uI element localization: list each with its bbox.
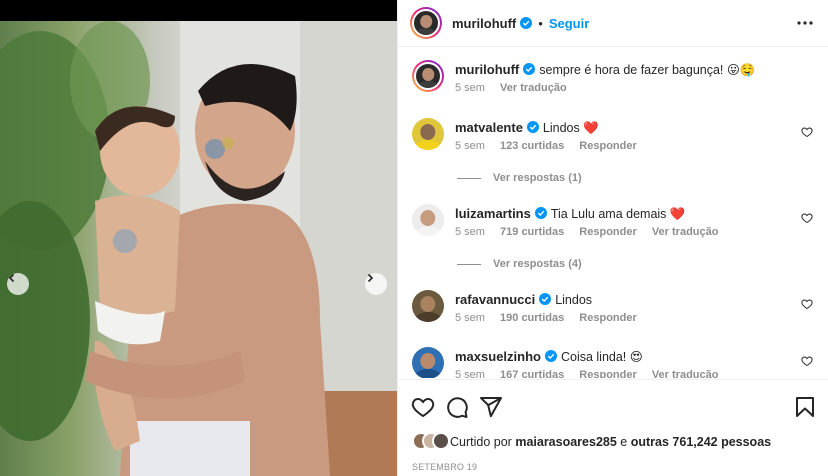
share-icon[interactable] xyxy=(479,395,503,419)
likes-prefix: Curtido por xyxy=(450,435,512,449)
author-avatar[interactable] xyxy=(410,7,442,39)
comment-translate-link[interactable]: Ver tradução xyxy=(652,226,719,238)
commenter-avatar[interactable] xyxy=(412,118,444,150)
commenter-avatar[interactable] xyxy=(412,347,444,378)
caption-text: sempre é hora de fazer bagunça! 😛🤤 xyxy=(539,63,756,77)
view-replies-button[interactable]: Ver respostas (4) xyxy=(457,258,582,270)
comment-likes-count[interactable]: 190 curtidas xyxy=(500,312,564,324)
reply-button[interactable]: Responder xyxy=(579,369,636,378)
commenter-avatar[interactable] xyxy=(412,204,444,236)
liker-avatar xyxy=(432,432,450,450)
commenter-username[interactable]: matvalente xyxy=(455,120,523,135)
comment-text: Coisa linda! 😍 xyxy=(560,350,643,364)
more-options-icon[interactable] xyxy=(795,15,815,31)
view-replies-label: Ver respostas (4) xyxy=(493,258,582,270)
next-image-button[interactable] xyxy=(365,273,387,295)
commenter-avatar[interactable] xyxy=(412,290,444,322)
comment-likes-count[interactable]: 167 curtidas xyxy=(500,369,564,378)
verified-badge-icon xyxy=(520,17,533,29)
reply-button[interactable]: Responder xyxy=(579,312,636,324)
commenter-username[interactable]: rafavannucci xyxy=(455,292,535,307)
comment-time[interactable]: 5 sem xyxy=(455,369,485,378)
post-photo xyxy=(0,21,397,476)
caption-time[interactable]: 5 sem xyxy=(455,82,485,94)
replies-divider xyxy=(457,263,481,265)
comment-like-heart-icon[interactable] xyxy=(801,212,813,224)
comment-time[interactable]: 5 sem xyxy=(455,140,485,152)
chevron-right-icon xyxy=(367,273,374,283)
caption-translate-link[interactable]: Ver tradução xyxy=(500,82,567,94)
comment-text: Tia Lulu ama demais ❤️ xyxy=(550,207,686,221)
reply-button[interactable]: Responder xyxy=(579,226,636,238)
previous-image-button[interactable] xyxy=(7,273,29,295)
verified-badge-icon xyxy=(523,63,536,75)
post-date[interactable]: SETEMBRO 19 xyxy=(412,462,477,472)
reply-button[interactable]: Responder xyxy=(579,140,636,152)
comment-like-heart-icon[interactable] xyxy=(801,298,813,310)
follow-button[interactable]: Seguir xyxy=(549,16,589,31)
comment-likes-count[interactable]: 123 curtidas xyxy=(500,140,564,152)
comment-like-heart-icon[interactable] xyxy=(801,355,813,367)
header-separator: • xyxy=(538,15,543,31)
bookmark-icon[interactable] xyxy=(793,395,817,419)
verified-badge-icon xyxy=(534,207,547,219)
comment-time[interactable]: 5 sem xyxy=(455,226,485,238)
likes-summary: Curtido por maiarasoares285 e outras 761… xyxy=(412,432,771,452)
replies-divider xyxy=(457,177,481,179)
post-header: murilohuff • Seguir xyxy=(398,0,828,47)
commenter-username[interactable]: luizamartins xyxy=(455,206,531,221)
view-replies-label: Ver respostas (1) xyxy=(493,172,582,184)
chevron-left-icon xyxy=(8,273,15,283)
comment-icon[interactable] xyxy=(445,395,469,419)
verified-badge-icon xyxy=(539,293,552,305)
post-panel: murilohuff • Seguir murilohuff sempre é h… xyxy=(397,0,828,476)
author-avatar[interactable] xyxy=(412,60,444,92)
liker-username[interactable]: maiarasoares285 xyxy=(515,435,616,449)
commenter-username[interactable]: maxsuelzinho xyxy=(455,349,541,364)
comment-like-heart-icon[interactable] xyxy=(801,126,813,138)
author-username[interactable]: murilohuff xyxy=(452,16,516,31)
comments-list: murilohuff sempre é hora de fazer bagunça… xyxy=(398,48,828,378)
liker-avatars[interactable] xyxy=(412,432,450,452)
verified-badge-icon xyxy=(544,350,557,362)
post-actions: Curtido por maiarasoares285 e outras 761… xyxy=(398,379,828,476)
view-replies-button[interactable]: Ver respostas (1) xyxy=(457,172,582,184)
comment-time[interactable]: 5 sem xyxy=(455,312,485,324)
heart-icon[interactable] xyxy=(411,395,435,419)
verified-badge-icon xyxy=(526,121,539,133)
post-media xyxy=(0,0,397,476)
caption-username[interactable]: murilohuff xyxy=(455,62,519,77)
likes-connector: e xyxy=(620,435,628,449)
comment-text: Lindos ❤️ xyxy=(542,121,599,135)
comment-translate-link[interactable]: Ver tradução xyxy=(652,369,719,378)
photo-illustration xyxy=(0,21,397,476)
comment-text: Lindos xyxy=(555,293,593,307)
comment-likes-count[interactable]: 719 curtidas xyxy=(500,226,564,238)
likes-others-count[interactable]: outras 761,242 pessoas xyxy=(631,435,771,449)
